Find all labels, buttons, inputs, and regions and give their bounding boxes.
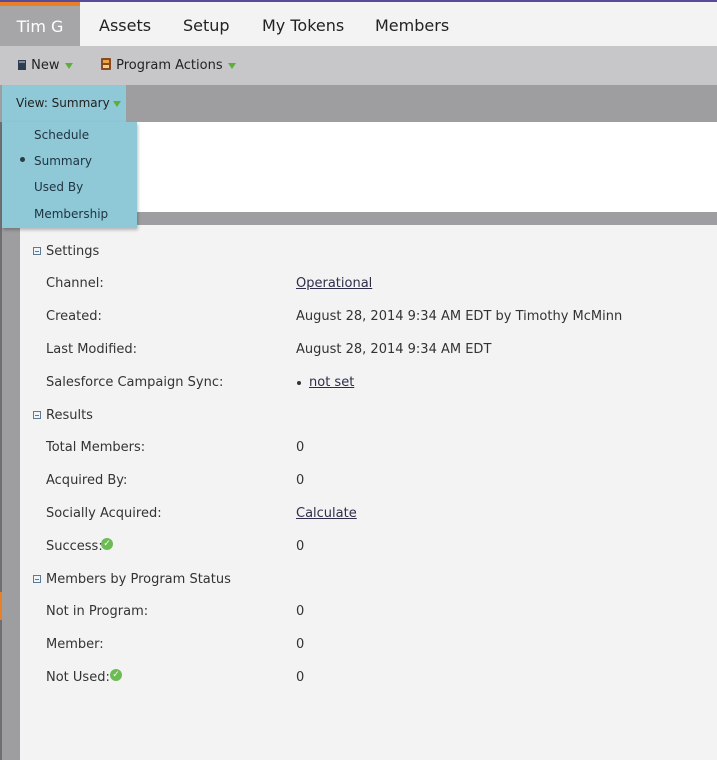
status-dot-icon [297, 381, 301, 385]
member-label: Member: [46, 637, 104, 652]
acquired-by-label: Acquired By: [46, 473, 128, 488]
last-modified-value: August 28, 2014 9:34 AM EDT [296, 342, 492, 357]
total-members-value: 0 [296, 440, 305, 455]
member-value: 0 [296, 637, 305, 652]
acquired-by-value: 0 [296, 473, 305, 488]
channel-label: Channel: [46, 276, 104, 291]
tab-members[interactable]: Members [375, 2, 449, 46]
salesforce-sync-value-link[interactable]: not set [309, 375, 354, 390]
view-button-label: View: Summary [16, 96, 110, 110]
not-in-program-label: Not in Program: [46, 604, 149, 619]
tab-bar: Tim G Assets Setup My Tokens Members [0, 2, 717, 46]
last-modified-label: Last Modified: [46, 342, 138, 357]
success-value: 0 [296, 539, 305, 554]
menu-item-schedule[interactable]: Schedule [34, 128, 89, 142]
not-in-program-value: 0 [296, 604, 305, 619]
not-used-value: 0 [296, 670, 305, 685]
salesforce-sync-label: Salesforce Campaign Sync: [46, 375, 224, 390]
view-summary-button[interactable]: View: Summary [2, 85, 126, 122]
chevron-down-icon [64, 62, 73, 69]
program-actions-label: Program Actions [116, 58, 223, 73]
left-gutter [2, 212, 20, 760]
total-members-label: Total Members: [46, 440, 146, 455]
program-actions-button[interactable]: Program Actions [100, 46, 236, 85]
created-value: August 28, 2014 9:34 AM EDT by Timothy M… [296, 309, 623, 324]
calculate-link[interactable]: Calculate [296, 506, 357, 521]
menu-item-membership[interactable]: Membership [34, 207, 108, 221]
section-results-heading: Results [46, 408, 93, 423]
tab-tim-g[interactable]: Tim G [0, 2, 80, 46]
separator-strip [137, 212, 717, 225]
channel-value-link[interactable]: Operational [296, 276, 372, 291]
new-button[interactable]: New [17, 46, 73, 85]
selected-bullet-icon [20, 157, 25, 162]
collapse-icon[interactable] [33, 247, 41, 255]
new-button-label: New [31, 58, 60, 73]
section-members-status-heading: Members by Program Status [46, 572, 231, 587]
not-used-label: Not Used: [46, 670, 110, 685]
section-settings-heading: Settings [46, 244, 100, 259]
tab-setup[interactable]: Setup [183, 2, 230, 46]
toolbar: New Program Actions [0, 46, 717, 85]
new-document-icon [18, 60, 26, 70]
chevron-down-icon [227, 62, 236, 69]
orange-marker [0, 592, 2, 620]
check-circle-icon: ✓ [101, 538, 113, 550]
menu-item-summary[interactable]: Summary [34, 154, 92, 168]
program-actions-icon [101, 58, 111, 70]
collapse-icon[interactable] [33, 411, 41, 419]
chevron-down-icon [112, 100, 121, 107]
menu-item-used-by[interactable]: Used By [34, 180, 83, 194]
success-label: Success: [46, 539, 103, 554]
collapse-icon[interactable] [33, 575, 41, 583]
created-label: Created: [46, 309, 102, 324]
socially-acquired-label: Socially Acquired: [46, 506, 162, 521]
summary-panel [20, 225, 717, 760]
check-circle-icon: ✓ [110, 669, 122, 681]
tab-my-tokens[interactable]: My Tokens [262, 2, 344, 46]
tab-assets[interactable]: Assets [99, 2, 151, 46]
